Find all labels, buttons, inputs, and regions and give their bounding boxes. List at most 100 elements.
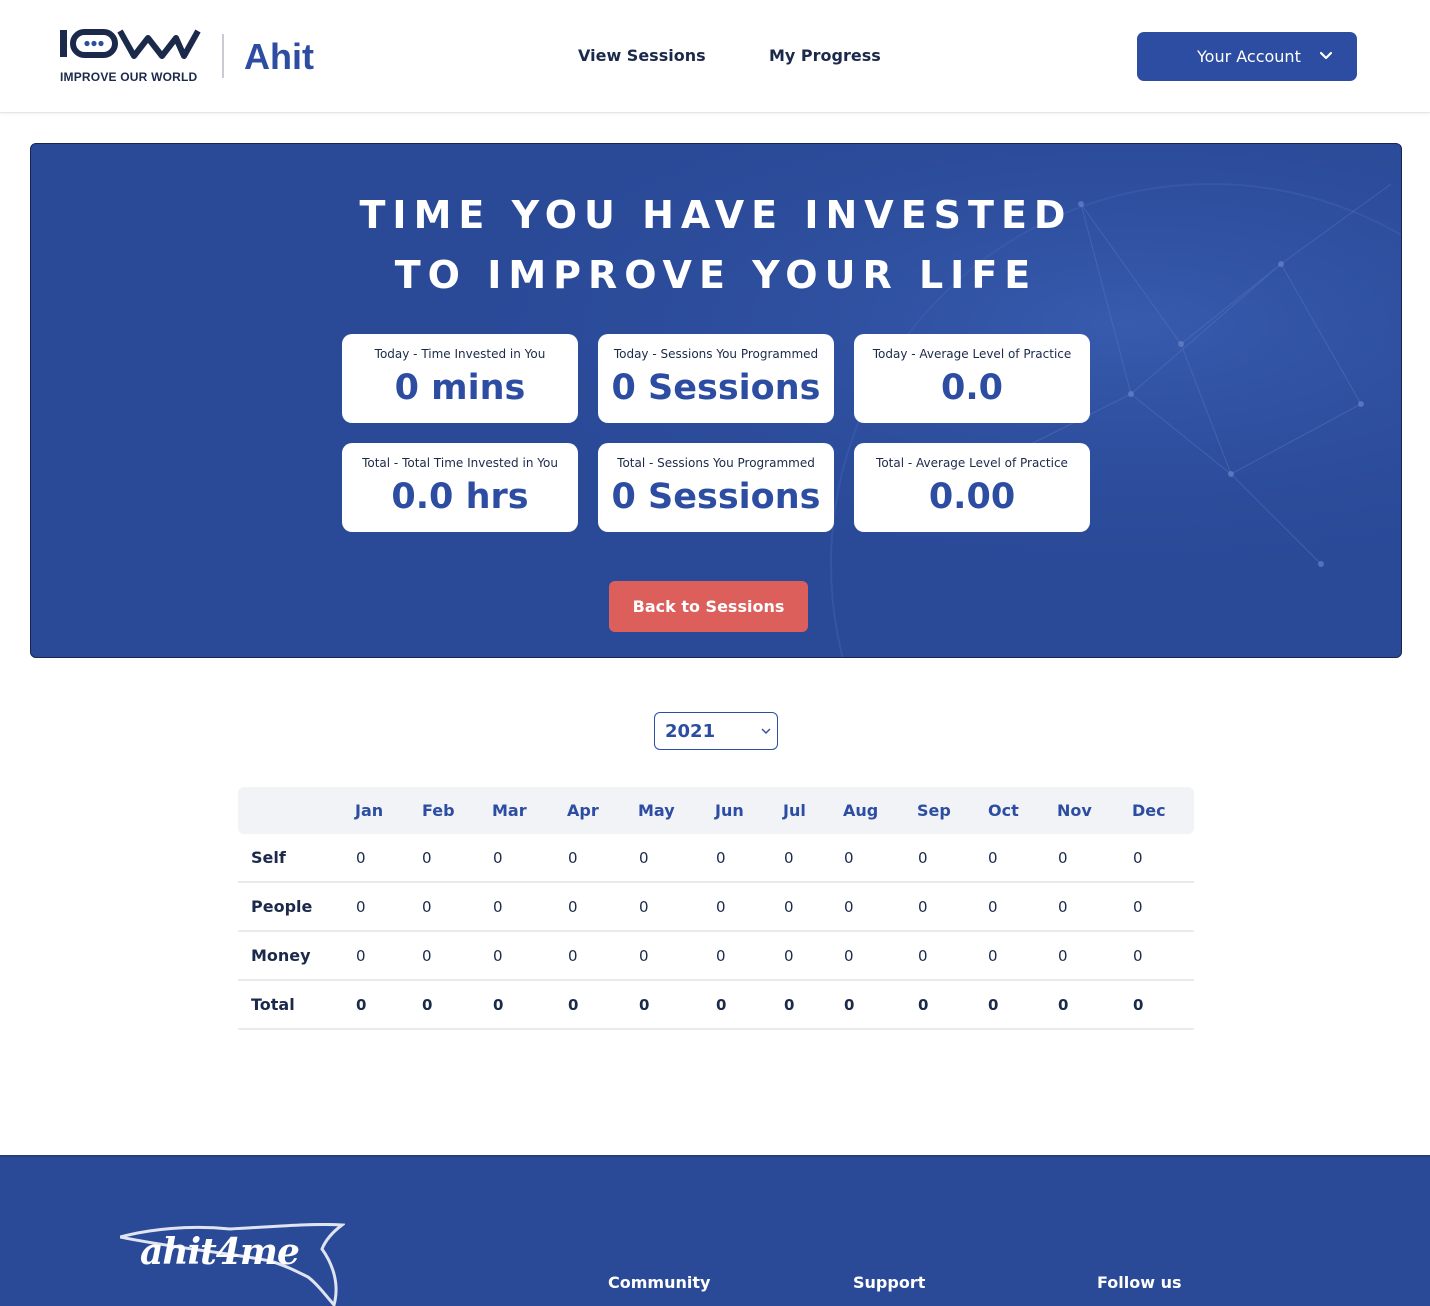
table-cell: 0 [422,898,432,916]
stat-value: 0.0 [940,368,1003,408]
table-cell: 0 [918,849,928,867]
stat-value: 0.0 hrs [391,477,529,517]
table-cell: 0 [493,898,503,916]
footer-follow-heading: Follow us [1097,1273,1182,1292]
table-row-money: Money 0 0 0 0 0 0 0 0 0 0 0 0 [238,932,1194,981]
nav-view-sessions[interactable]: View Sessions [578,46,706,65]
table-cell: 0 [568,898,578,916]
your-account-button[interactable]: Your Account [1137,32,1357,81]
table-cell: 0 [918,947,928,965]
footer-support-heading: Support [853,1273,926,1292]
table-cell: 0 [716,849,726,867]
year-select[interactable]: 2021 [654,712,778,750]
table-cell: 0 [493,849,503,867]
col-header: Dec [1132,801,1166,820]
col-header: Sep [917,801,951,820]
site-footer: ahit4me Community Support Follow us [0,1155,1430,1306]
table-cell: 0 [356,996,367,1014]
table-cell: 0 [1133,898,1143,916]
table-cell: 0 [988,996,999,1014]
table-cell: 0 [844,947,854,965]
stat-value: 0 Sessions [611,477,821,517]
table-cell: 0 [422,849,432,867]
stat-label: Today - Time Invested in You [374,347,546,361]
table-row-people: People 0 0 0 0 0 0 0 0 0 0 0 0 [238,883,1194,932]
hero-title-line1: TIME YOU HAVE INVESTED [359,193,1073,237]
table-cell: 0 [844,898,854,916]
hero-title-line2: TO IMPROVE YOUR LIFE [394,253,1038,297]
table-row-total: Total 0 0 0 0 0 0 0 0 0 0 0 0 [238,981,1194,1030]
chevron-down-icon [1319,51,1333,60]
col-header: Jul [783,801,806,820]
stat-label: Total - Sessions You Programmed [617,456,815,470]
stat-card-today-time: Today - Time Invested in You 0 mins [342,334,578,423]
stat-value: 0 mins [394,368,526,408]
table-cell: 0 [639,947,649,965]
stat-label: Today - Sessions You Programmed [613,347,819,361]
table-cell: 0 [716,996,727,1014]
stat-card-total-time: Total - Total Time Invested in You 0.0 h… [342,443,578,532]
table-cell: 0 [1133,849,1143,867]
table-cell: 0 [422,947,432,965]
table-cell: 0 [988,898,998,916]
row-label: People [251,897,313,916]
row-label: Money [251,946,311,965]
col-header: Aug [843,801,879,820]
table-cell: 0 [784,996,795,1014]
stat-label: Today - Average Level of Practice [872,347,1072,361]
table-cell: 0 [784,898,794,916]
table-cell: 0 [356,898,366,916]
stat-card-today-sessions: Today - Sessions You Programmed 0 Sessio… [598,334,834,423]
iow-logo[interactable]: IMPROVE OUR WORLD [60,28,202,86]
site-header: IMPROVE OUR WORLD Ahit View Sessions My … [0,0,1430,113]
table-cell: 0 [493,947,503,965]
back-to-sessions-button[interactable]: Back to Sessions [609,581,808,632]
table-cell: 0 [784,947,794,965]
table-cell: 0 [844,996,855,1014]
col-header: Apr [567,801,599,820]
col-header: Mar [492,801,527,820]
table-cell: 0 [493,996,504,1014]
stat-value: 0.00 [928,477,1016,517]
table-cell: 0 [1058,898,1068,916]
table-cell: 0 [1058,849,1068,867]
table-cell: 0 [716,898,726,916]
nav-my-progress[interactable]: My Progress [769,46,881,65]
table-cell: 0 [716,947,726,965]
col-header: Jun [715,801,744,820]
table-cell: 0 [988,849,998,867]
your-account-label: Your Account [1197,47,1301,66]
iow-logo-mark [60,29,201,59]
stat-label: Total - Total Time Invested in You [362,456,558,470]
table-cell: 0 [639,996,650,1014]
table-cell: 0 [918,996,929,1014]
logo-divider [222,34,224,78]
chevron-down-icon [761,728,771,734]
stat-label: Total - Average Level of Practice [876,456,1068,470]
footer-logo-text[interactable]: ahit4me [140,1231,300,1273]
stat-value: 0 Sessions [611,368,821,408]
stat-card-total-sessions: Total - Sessions You Programmed 0 Sessio… [598,443,834,532]
row-label: Total [251,995,295,1014]
table-cell: 0 [784,849,794,867]
row-label: Self [251,848,286,867]
table-cell: 0 [1058,996,1069,1014]
footer-community-heading: Community [608,1273,711,1292]
table-cell: 0 [918,898,928,916]
table-cell: 0 [422,996,433,1014]
table-cell: 0 [844,849,854,867]
table-cell: 0 [356,947,366,965]
year-select-value: 2021 [665,721,716,742]
table-header: Jan Feb Mar Apr May Jun Jul Aug Sep Oct … [238,787,1194,834]
logo-tagline: IMPROVE OUR WORLD [60,70,198,84]
table-cell: 0 [356,849,366,867]
table-cell: 0 [988,947,998,965]
brand-name[interactable]: Ahit [244,36,314,78]
table-cell: 0 [568,849,578,867]
col-header: Nov [1057,801,1092,820]
table-row-self: Self 0 0 0 0 0 0 0 0 0 0 0 0 [238,834,1194,883]
table-cell: 0 [639,898,649,916]
table-cell: 0 [568,947,578,965]
table-cell: 0 [1058,947,1068,965]
col-header: May [638,801,675,820]
